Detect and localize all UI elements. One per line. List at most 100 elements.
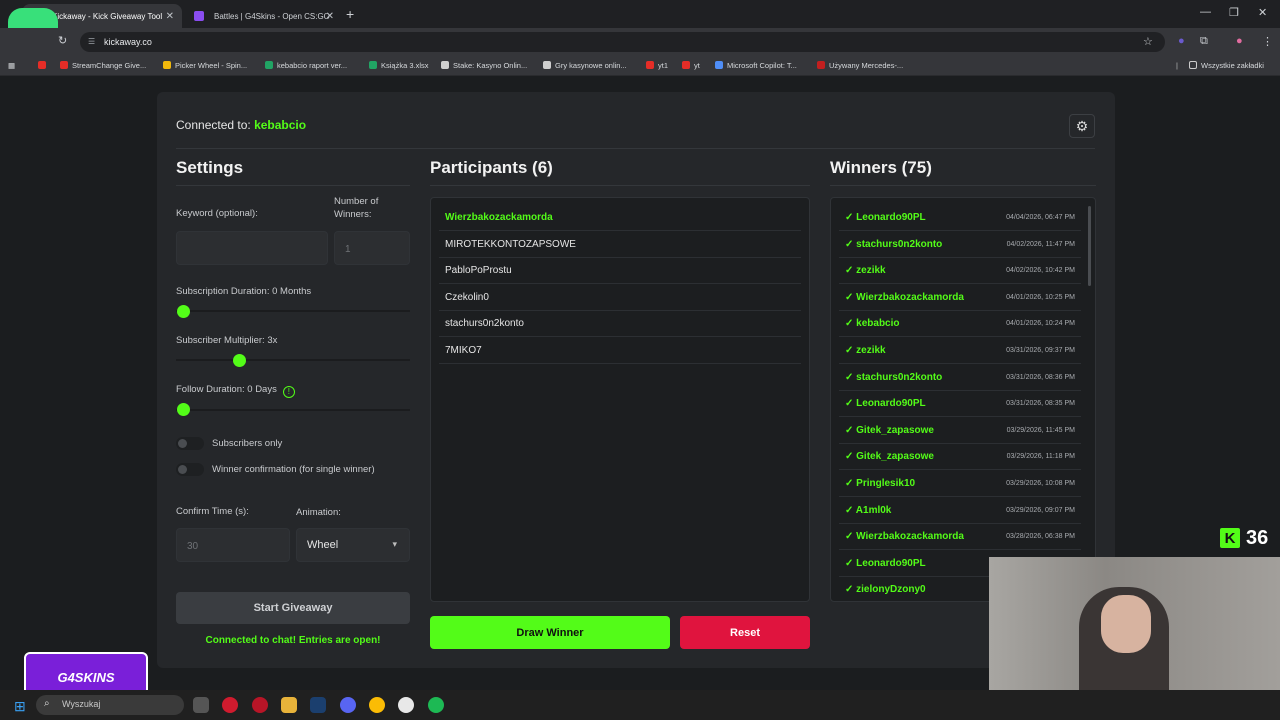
follow-duration-handle[interactable] — [177, 403, 190, 416]
participant-row: Czekolin0 — [439, 284, 801, 311]
bookmark-item[interactable]: Gry kasynowe onlin... — [543, 61, 627, 70]
bookmark-item[interactable]: Używany Mercedes-... — [817, 61, 903, 70]
winner-date: 03/31/2026, 09:37 PM — [1006, 347, 1075, 354]
winner-name: ✓ Wierzbakozackamorda — [845, 531, 964, 543]
profile-avatar[interactable]: ● — [1236, 35, 1243, 47]
keyword-input[interactable] — [176, 231, 328, 265]
winner-date: 03/29/2026, 09:07 PM — [1006, 506, 1075, 514]
winner-date: 04/01/2026, 10:25 PM — [1006, 293, 1075, 301]
bookmark-youtube-icon[interactable] — [38, 61, 50, 70]
subscribers-only-toggle[interactable] — [176, 437, 204, 450]
maximize-icon[interactable]: ❐ — [1229, 6, 1239, 19]
animation-value: Wheel — [307, 539, 339, 551]
g4skins-favicon-icon — [194, 11, 204, 21]
draw-winner-button[interactable]: Draw Winner — [430, 616, 670, 649]
winner-name: ✓ Leonardo90PL — [845, 398, 926, 410]
opera-icon[interactable] — [222, 697, 238, 713]
close-icon[interactable]: ✕ — [326, 11, 334, 22]
file-explorer-icon[interactable] — [281, 697, 297, 713]
close-icon[interactable]: ✕ — [166, 11, 174, 22]
winners-scrollbar[interactable] — [1088, 206, 1091, 286]
app-icon[interactable] — [398, 697, 414, 713]
winner-name: ✓ stachurs0n2konto — [845, 371, 943, 383]
winner-name: ✓ Wierzbakozackamorda — [845, 291, 964, 303]
subscription-duration-slider[interactable] — [176, 310, 410, 312]
task-view-icon[interactable] — [193, 697, 209, 713]
winner-row: ✓ zezikk 04/02/2026, 10:42 PM — [839, 257, 1081, 285]
connection-status: Connected to: kebabcio — [176, 118, 306, 132]
bookmark-item[interactable]: Picker Wheel - Spin... — [163, 61, 247, 70]
winner-row: ✓ stachurs0n2konto 03/31/2026, 08:36 PM — [839, 364, 1081, 391]
kick-viewer-badge: K 36 — [1220, 526, 1274, 550]
winner-date: 04/04/2026, 06:47 PM — [1006, 214, 1075, 221]
spotify-icon[interactable] — [428, 697, 444, 713]
winner-name: ✓ A1ml0k — [845, 504, 892, 516]
settings-gear-icon[interactable]: ⚙ — [1069, 114, 1095, 138]
confirm-time-input[interactable]: 30 — [176, 528, 290, 562]
url-text: kickaway.co — [104, 37, 152, 47]
winner-row: ✓ Wierzbakozackamorda 04/01/2026, 10:25 P… — [839, 284, 1081, 311]
winners-title: Winners (75) — [830, 158, 932, 177]
bookmark-item[interactable]: yt — [682, 61, 700, 70]
new-tab-icon[interactable]: + — [346, 6, 354, 22]
follow-duration-slider[interactable] — [176, 409, 410, 411]
participants-title: Participants (6) — [430, 158, 553, 177]
extensions-puzzle-icon[interactable]: ⧉ — [1200, 35, 1208, 48]
address-bar[interactable]: ☰ kickaway.co — [80, 32, 1165, 52]
animation-label: Animation: — [296, 507, 341, 518]
bookmark-item[interactable]: yt1 — [646, 61, 668, 70]
winner-date: 04/02/2026, 10:42 PM — [1006, 267, 1075, 275]
tab-label: Kickaway - Kick Giveaway Tool — [52, 11, 163, 21]
opera-gx-icon[interactable] — [252, 697, 268, 713]
subscriber-multiplier-slider[interactable] — [176, 359, 410, 361]
window-close-icon[interactable]: ✕ — [1258, 6, 1267, 19]
bookmark-item[interactable]: kebabcio raport ver... — [265, 61, 347, 70]
channel-name: kebabcio — [254, 118, 307, 132]
participants-list: Wierzbakozackamorda MIROTEKKONTOZAPSOWE Pa… — [430, 197, 810, 602]
taskbar-search[interactable]: ⌕ Wyszukaj — [36, 695, 184, 715]
start-giveaway-button[interactable]: Start Giveaway — [176, 592, 410, 624]
bookmark-item[interactable]: StreamChange Give... — [60, 61, 146, 70]
participant-row: stachurs0n2konto — [439, 310, 801, 338]
bookmarks-divider: | — [1176, 61, 1178, 70]
info-icon[interactable]: ! — [282, 385, 295, 398]
all-bookmarks-folder[interactable]: Wszystkie zakładki — [1189, 61, 1264, 70]
chat-status-text: Connected to chat! Entries are open! — [205, 635, 381, 646]
winner-confirmation-label: Winner confirmation (for single winner) — [212, 464, 375, 475]
discord-icon[interactable] — [340, 697, 356, 713]
participant-row: Wierzbakozackamorda — [439, 204, 801, 231]
subscription-duration-handle[interactable] — [177, 305, 190, 318]
reload-icon[interactable]: ↻ — [58, 34, 67, 47]
winner-name: ✓ Gitek_zapasowe — [845, 424, 934, 436]
streamer-face — [1101, 595, 1151, 653]
bookmark-item[interactable]: Microsoft Copilot: T... — [715, 61, 797, 70]
follow-duration-label: Follow Duration: 0 Days! — [176, 384, 295, 398]
windows-start-icon[interactable]: ⊞ — [14, 698, 26, 715]
kick-logo-icon: K — [1220, 528, 1240, 548]
animation-select[interactable]: Wheel ▾ — [296, 528, 410, 562]
winner-row: ✓ kebabcio 04/01/2026, 10:24 PM — [839, 310, 1081, 338]
winner-row: ✓ A1ml0k 03/29/2026, 09:07 PM — [839, 497, 1081, 524]
minimize-icon[interactable]: — — [1200, 6, 1211, 18]
extension-icon[interactable]: ● — [1178, 35, 1185, 47]
site-info-icon[interactable]: ☰ — [88, 37, 95, 46]
steam-icon[interactable] — [310, 697, 326, 713]
winner-date: 03/31/2026, 08:36 PM — [1006, 373, 1075, 381]
keyword-label: Keyword (optional): — [176, 208, 258, 219]
viewer-count: 36 — [1246, 526, 1269, 549]
winner-confirmation-toggle[interactable] — [176, 463, 204, 476]
bookmark-item[interactable]: Książka 3.xlsx — [369, 61, 429, 70]
winner-row: ✓ stachurs0n2konto 04/02/2026, 11:47 PM — [839, 231, 1081, 258]
chrome-icon[interactable] — [369, 697, 385, 713]
winners-count-input[interactable]: 1 — [334, 231, 410, 265]
tab-g4skins[interactable]: Battles | G4Skins - Open CS:GO ✕ — [184, 4, 342, 28]
subscription-duration-label: Subscription Duration: 0 Months — [176, 286, 312, 297]
apps-grid-icon[interactable]: ▦ — [8, 61, 15, 70]
bookmark-item[interactable]: Stake: Kasyno Onlin... — [441, 61, 527, 70]
address-row: ☰ kickaway.co — [0, 28, 1280, 56]
participant-row: PabloPoProstu — [439, 257, 801, 285]
subscriber-multiplier-handle[interactable] — [232, 354, 246, 367]
reset-button[interactable]: Reset — [680, 616, 810, 649]
menu-kebab-icon[interactable]: ⋮ — [1262, 35, 1273, 48]
bookmark-star-icon[interactable]: ☆ — [1143, 35, 1153, 48]
